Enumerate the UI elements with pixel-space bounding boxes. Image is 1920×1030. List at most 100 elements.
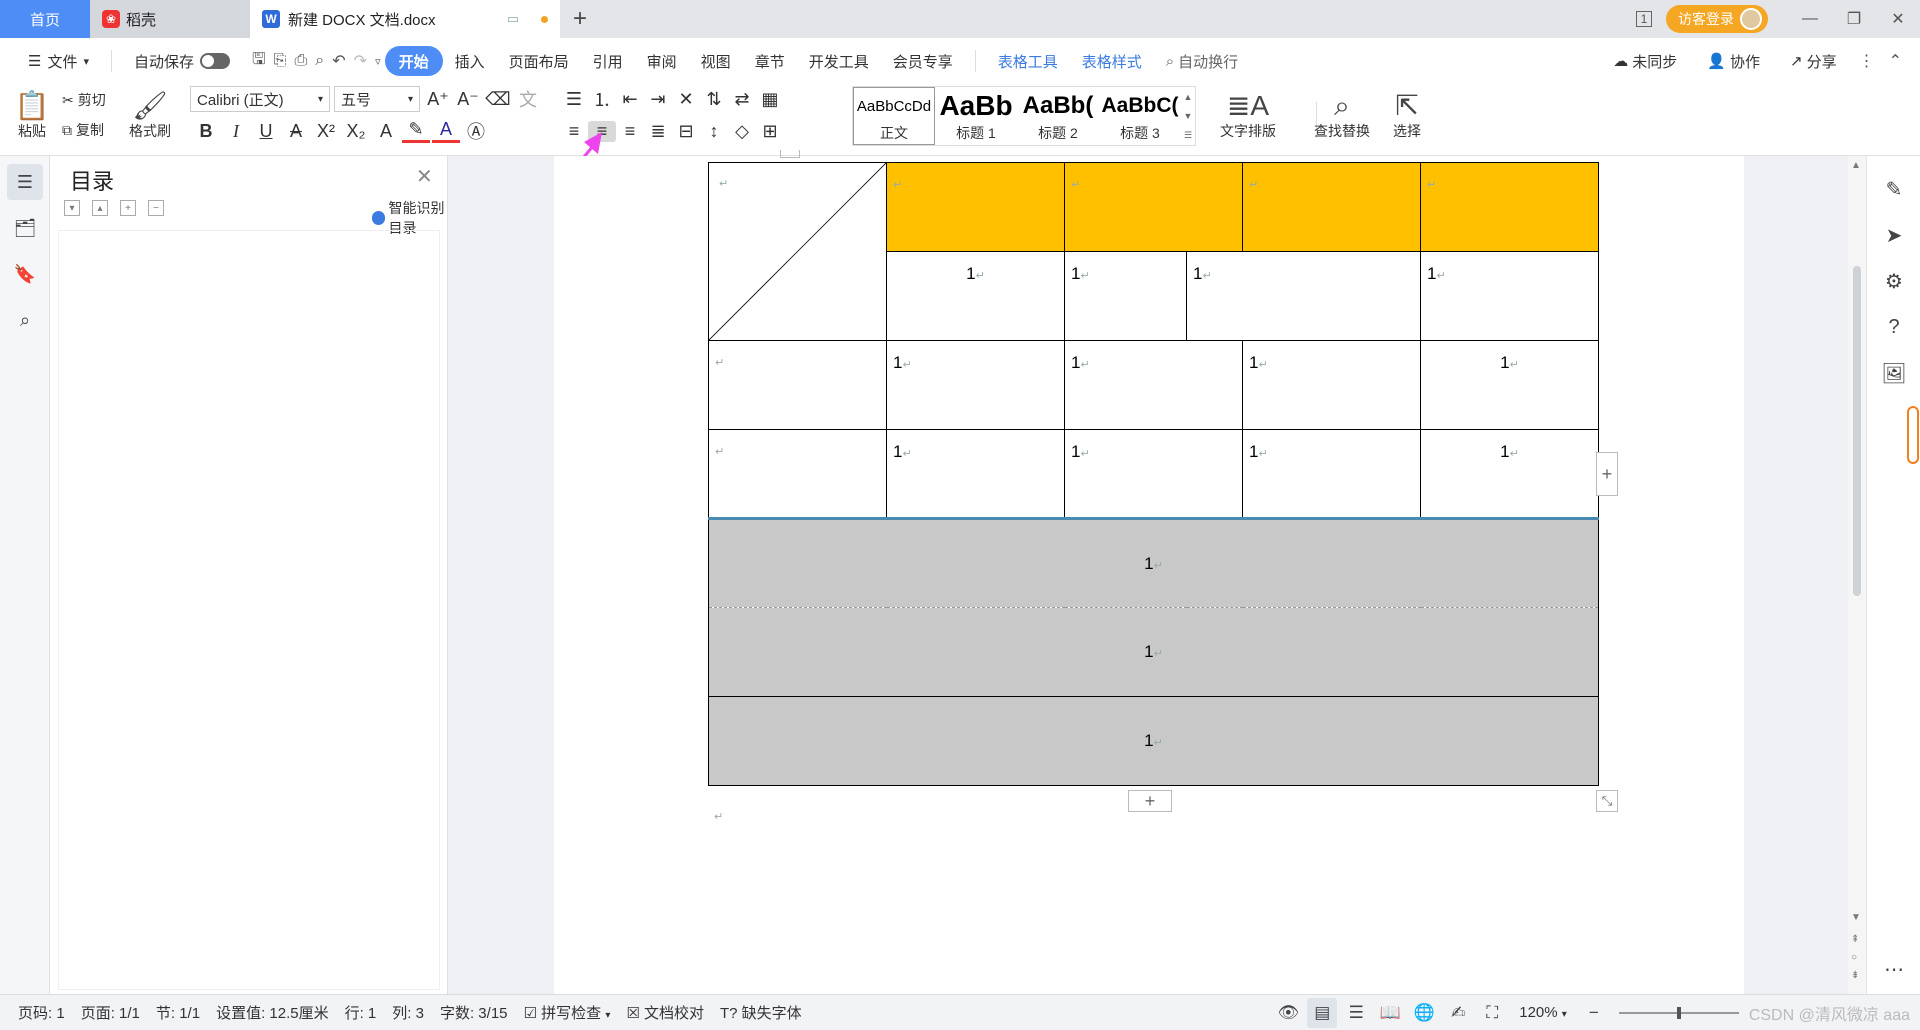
document-table[interactable]: ↵ ↵ ↵ ↵ ↵ 1↵ 1↵ 1↵ 1↵ ↵ 1↵ 1↵ 1↵ 1↵ ↵ 1↵… [708,162,1599,786]
strikethrough-icon[interactable]: A [282,121,310,142]
restore-button[interactable]: ❐ [1832,0,1876,38]
scrollbar-thumb[interactable] [1853,266,1861,596]
zoom-slider-knob[interactable] [1676,1006,1681,1019]
save-icon[interactable]: 🖫 [248,48,270,75]
style-heading-2[interactable]: AaBb( 标题 2 [1017,87,1099,145]
table-cell[interactable]: 1↵ [886,251,1065,341]
sync-status[interactable]: ☁ 未同步 [1601,46,1689,76]
scroll-down-icon[interactable]: ▼ [1851,912,1861,923]
expand-all-icon[interactable]: ▾ [64,200,80,216]
tab-review[interactable]: 审阅 [635,46,689,76]
table-cell[interactable]: 1↵ [1186,251,1421,341]
text-effect-icon[interactable]: A [372,121,400,142]
superscript-icon[interactable]: X² [312,121,340,142]
outline-view-icon[interactable]: ☰ [1341,998,1371,1028]
highlight-icon[interactable]: ✎ [402,119,430,143]
collapse-ribbon-icon[interactable]: ⌃ [1885,51,1906,71]
table-cell[interactable]: 1↵ [886,340,1065,430]
borders-icon[interactable]: ⊞ [756,121,784,142]
print-preview-icon[interactable]: ⌕ [311,52,328,70]
print-icon[interactable]: ⎙ [290,52,311,70]
tab-table-tools[interactable]: 表格工具 [986,46,1070,76]
scroll-up-icon[interactable]: ▲ [1851,160,1861,171]
status-setting[interactable]: 设置值: 12.5厘米 [208,1002,337,1023]
share-button[interactable]: ↗ 分享 [1778,46,1849,76]
tab-table-style[interactable]: 表格样式 [1070,46,1154,76]
resize-table-handle[interactable]: ⤡ [1596,790,1618,812]
merged-table-cell[interactable]: 1↵ [708,607,1599,697]
monitor-icon[interactable]: ▭ [507,11,519,27]
char-border-icon[interactable]: Ⓐ [462,118,490,144]
document-page[interactable]: ↵ ↵ ↵ ↵ ↵ 1↵ 1↵ 1↵ 1↵ ↵ 1↵ 1↵ 1↵ 1↵ ↵ 1↵… [554,150,1744,994]
numbered-list-icon[interactable]: ⒈ [588,86,616,112]
reading-view-icon[interactable]: 📖 [1375,998,1405,1028]
fit-page-icon[interactable]: ⛶ [1477,998,1507,1028]
vertical-scrollbar[interactable]: ▲ ▼ ⇞ ○ ⇟ [1848,156,1866,994]
add-column-button[interactable]: + [1596,452,1618,496]
style-heading-3[interactable]: AaBbC( 标题 3 [1099,87,1181,145]
tab-page-layout[interactable]: 页面布局 [497,46,581,76]
close-icon[interactable]: ✕ [416,164,433,189]
spell-check-button[interactable]: ☑ 拼写检查 ▾ [516,1002,619,1023]
table-cell[interactable]: 1↵ [1064,340,1243,430]
font-name-select[interactable]: Calibri (正文) ▾ [190,86,330,112]
select-browse-object-icon[interactable]: ○ [1851,952,1857,963]
bold-icon[interactable]: B [192,121,220,142]
remove-heading-icon[interactable]: − [148,200,164,216]
clear-format-icon[interactable]: ⌫ [484,89,512,110]
help-icon[interactable]: ? [1867,304,1920,350]
table-cell[interactable]: ↵ [708,429,887,519]
tab-document[interactable]: W 新建 DOCX 文档.docx ▭ [250,0,560,38]
more-horizontal-icon[interactable]: ⋯ [1867,946,1920,992]
find-replace-button[interactable]: ⌕ 查找替换 [1304,86,1380,146]
web-view-icon[interactable]: 🌐 [1409,998,1439,1028]
justify-icon[interactable]: ≣ [644,121,672,142]
table-cell[interactable]: 1↵ [1420,429,1599,519]
table-cell[interactable]: ↵ [886,162,1065,252]
status-page-no[interactable]: 页码: 1 [10,1002,73,1023]
export-pdf-icon[interactable]: ⎘ [270,52,291,70]
table-cell[interactable]: 1↵ [1420,340,1599,430]
merged-table-cell[interactable]: 1↵ [708,696,1599,786]
prev-page-icon[interactable]: ⇞ [1851,934,1859,945]
redo-icon[interactable]: ↷ [350,51,371,71]
gallery-scroll[interactable]: ▲ ▼ ☰ [1181,87,1195,145]
pointer-icon[interactable]: ➤ [1867,212,1920,258]
line-spacing-icon[interactable]: ↕ [700,121,728,142]
tab-developer[interactable]: 开发工具 [797,46,881,76]
status-section[interactable]: 节: 1/1 [148,1002,208,1023]
increase-indent-icon[interactable]: ⇥ [644,89,672,110]
toc-panel-icon[interactable]: ☰ [7,164,43,200]
search-icon[interactable]: ⌕ [7,302,43,338]
tab-section[interactable]: 章节 [743,46,797,76]
add-heading-icon[interactable]: + [120,200,136,216]
undo-icon[interactable]: ↶ [328,51,349,71]
proofread-button[interactable]: ☒ 文档校对 [618,1002,712,1023]
table-cell[interactable]: ↵ [1064,162,1243,252]
tab-home[interactable]: 首页 [0,0,90,38]
status-line[interactable]: 行: 1 [337,1002,385,1023]
font-color-icon[interactable]: A [432,119,460,143]
tab-start[interactable]: 开始 [384,46,443,76]
format-painter-button[interactable]: 🖌 格式刷 [126,86,174,146]
table-cell[interactable]: 1↵ [1064,251,1187,341]
tab-insert[interactable]: 插入 [443,46,497,76]
more-vertical-icon[interactable]: ⋮ [1855,51,1879,71]
eye-protection-icon[interactable]: 👁 [1273,998,1303,1028]
style-heading-1[interactable]: AaBb 标题 1 [935,87,1017,145]
edit-pen-icon[interactable]: ✎ [1867,166,1920,212]
pen-mode-icon[interactable]: ✍ [1443,998,1473,1028]
collab-button[interactable]: 👤 协作 [1695,46,1772,76]
status-words[interactable]: 字数: 3/15 [432,1002,516,1023]
chapter-nav-icon[interactable]: 🗂 [7,210,43,246]
zoom-level[interactable]: 120% ▾ [1511,1004,1575,1021]
italic-icon[interactable]: I [222,121,250,142]
table-cell[interactable]: ↵ [708,340,887,430]
grow-font-icon[interactable]: A⁺ [424,89,452,110]
copy-button[interactable]: ⧉ 复制 [62,118,104,142]
table-cell[interactable]: 1↵ [886,429,1065,519]
distributed-icon[interactable]: ⊟ [672,121,700,142]
shading-icon[interactable]: ◇ [728,121,756,142]
align-right-icon[interactable]: ≡ [616,121,644,142]
next-page-icon[interactable]: ⇟ [1851,970,1859,981]
